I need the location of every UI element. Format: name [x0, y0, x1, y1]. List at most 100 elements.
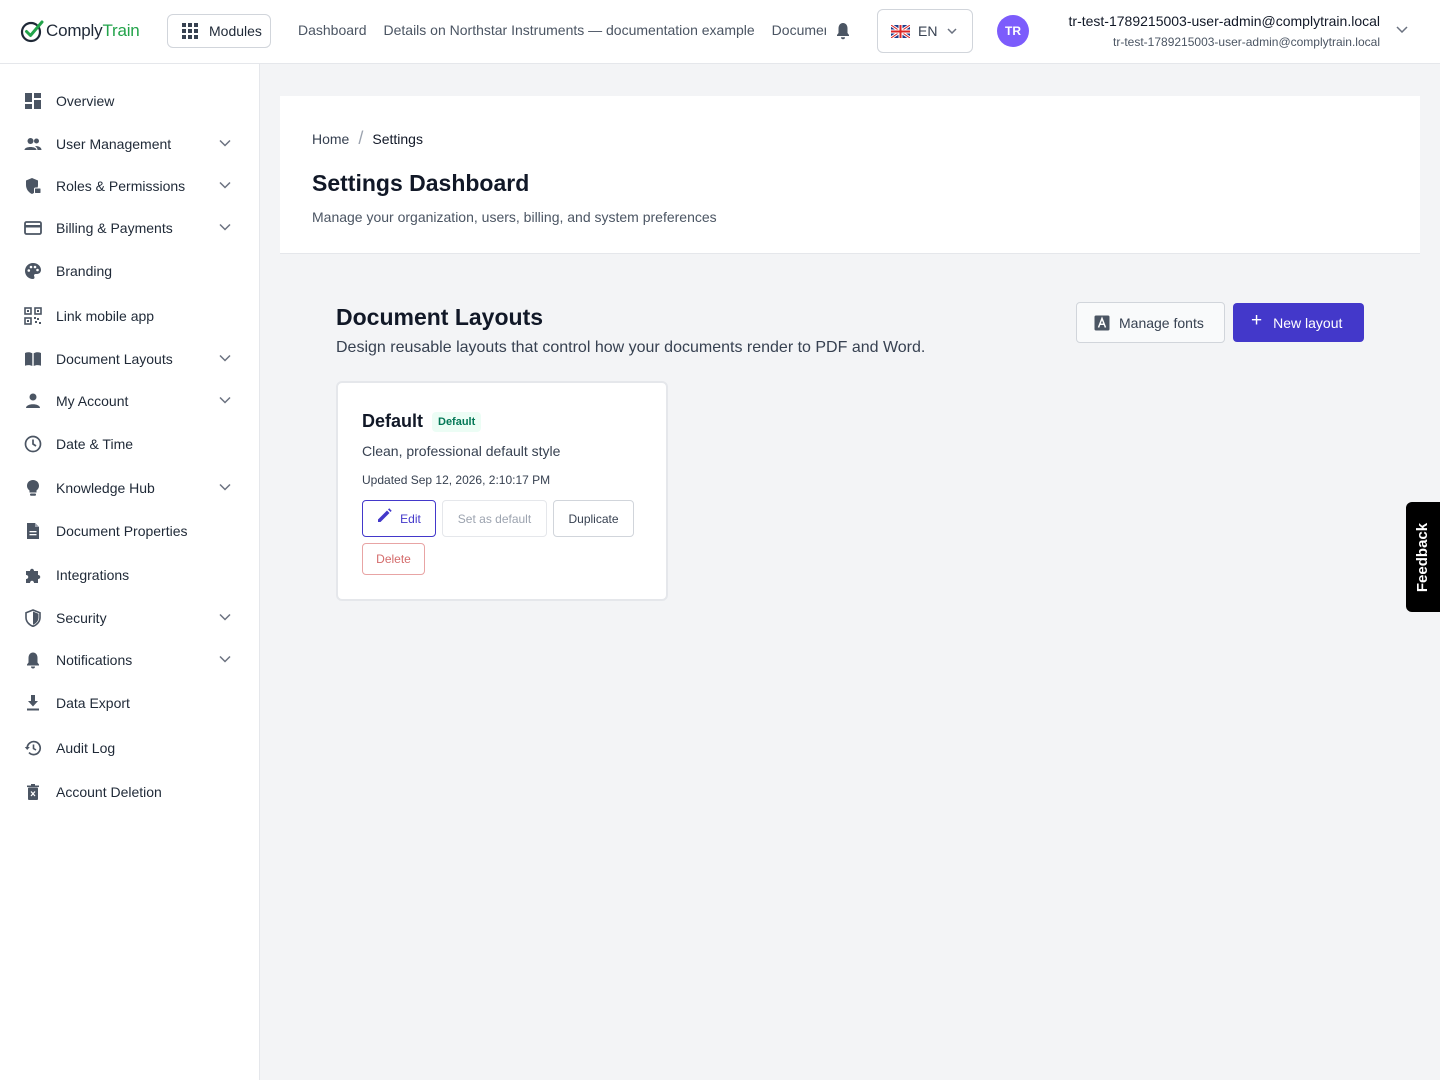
section-subtitle: Design reusable layouts that control how… — [336, 339, 926, 356]
sidebar-item-data-export[interactable]: Data Export — [0, 685, 259, 721]
breadcrumb-home[interactable]: Home — [312, 131, 349, 147]
qr-code-icon — [24, 307, 42, 325]
logo-text-green: Train — [102, 21, 140, 40]
sidebar-item-label: Roles & Permissions — [56, 178, 186, 194]
feedback-tab[interactable]: Feedback — [1406, 502, 1440, 612]
trash-icon — [27, 784, 39, 800]
sidebar-item-label: Document Properties — [56, 523, 188, 539]
nav-link-documents[interactable]: Documents — [772, 22, 826, 38]
sidebar-item-document-properties[interactable]: Document Properties — [0, 513, 259, 549]
sidebar-item-label: Knowledge Hub — [56, 480, 155, 496]
sidebar-item-label: Account Deletion — [56, 784, 162, 800]
modules-button[interactable]: Modules — [167, 14, 271, 48]
breadcrumb-separator: / — [358, 128, 364, 148]
book-icon — [25, 352, 41, 366]
sidebar-item-label: Billing & Payments — [56, 220, 173, 236]
nav-link-dashboard[interactable]: Dashboard — [298, 22, 367, 38]
puzzle-icon — [26, 568, 41, 583]
delete-button[interactable]: Delete — [362, 543, 425, 575]
sidebar-item-label: Audit Log — [56, 740, 116, 756]
layout-description: Clean, professional default style — [362, 443, 561, 459]
sidebar-item-date-time[interactable]: Date & Time — [0, 426, 259, 462]
sidebar-item-knowledge-hub[interactable]: Knowledge Hub — [0, 470, 259, 506]
layout-card: Default Default Clean, professional defa… — [336, 381, 668, 601]
chevron-down-icon — [947, 28, 957, 34]
sidebar-item-label: Notifications — [56, 652, 133, 668]
sidebar-item-label: Data Export — [56, 695, 130, 711]
sidebar-item-notifications[interactable]: Notifications — [0, 642, 259, 678]
sidebar: Overview User Management Roles & Permiss… — [0, 64, 260, 1080]
sidebar-item-security[interactable]: Security — [0, 600, 259, 636]
user-email: tr-test-1789215003-user-admin@complytrai… — [1113, 35, 1380, 49]
user-avatar[interactable]: TR — [997, 15, 1029, 47]
sidebar-item-label: Integrations — [56, 567, 130, 583]
sidebar-item-label: User Management — [56, 136, 172, 152]
duplicate-button[interactable]: Duplicate — [553, 500, 634, 537]
clock-icon — [24, 435, 42, 453]
plus-icon: + — [1251, 310, 1263, 331]
settings-header: Home / Settings Settings Dashboard Manag… — [280, 96, 1420, 254]
sidebar-item-user-management[interactable]: User Management — [0, 126, 259, 162]
new-layout-button[interactable]: + New layout — [1233, 303, 1364, 342]
chevron-down-icon — [219, 181, 231, 189]
sidebar-item-account-deletion[interactable]: Account Deletion — [0, 774, 259, 810]
person-icon — [26, 393, 40, 408]
download-icon — [27, 695, 39, 711]
chevron-down-icon — [219, 655, 231, 663]
breadcrumb: Home / Settings — [312, 128, 423, 149]
user-menu-chevron-icon[interactable] — [1396, 26, 1408, 33]
sidebar-item-document-layouts[interactable]: Document Layouts — [0, 341, 259, 377]
edit-button[interactable]: Edit — [362, 500, 436, 537]
edit-label: Edit — [400, 511, 421, 526]
language-label: EN — [918, 23, 938, 39]
sidebar-item-roles-permissions[interactable]: Roles & Permissions — [0, 168, 259, 204]
shield-icon — [25, 609, 41, 627]
app-logo[interactable]: ComplyTrain — [20, 17, 140, 45]
uk-flag-icon — [891, 24, 910, 38]
document-icon — [27, 523, 39, 539]
language-selector[interactable]: EN — [877, 9, 973, 53]
bell-icon — [27, 652, 39, 669]
sidebar-item-billing-payments[interactable]: Billing & Payments — [0, 210, 259, 246]
history-icon — [24, 740, 42, 756]
chevron-down-icon — [219, 613, 231, 621]
sidebar-item-audit-log[interactable]: Audit Log — [0, 730, 259, 766]
nav-link-northstar-details[interactable]: Details on Northstar Instruments — docum… — [384, 22, 755, 38]
apps-grid-icon — [182, 23, 198, 39]
sidebar-item-label: Branding — [56, 263, 113, 279]
pencil-icon — [378, 508, 392, 522]
notifications-bell-icon[interactable] — [835, 22, 851, 40]
logo-text: ComplyTrain — [46, 21, 140, 41]
breadcrumb-current: Settings — [372, 130, 423, 147]
default-badge: Default — [432, 412, 482, 432]
sidebar-item-label: Document Layouts — [56, 351, 173, 367]
sidebar-item-overview[interactable]: Overview — [0, 83, 259, 119]
shield-lock-icon — [26, 178, 42, 194]
logo-check-icon — [20, 20, 44, 43]
sidebar-item-my-account[interactable]: My Account — [0, 383, 259, 419]
sidebar-item-label: Link mobile app — [56, 308, 155, 324]
section-title: Document Layouts — [336, 304, 544, 330]
manage-fonts-button[interactable]: Manage fonts — [1076, 302, 1225, 343]
palette-icon — [25, 263, 41, 279]
sidebar-item-link-mobile-app[interactable]: Link mobile app — [0, 298, 259, 334]
chevron-down-icon — [219, 483, 231, 491]
chevron-down-icon — [219, 396, 231, 404]
sidebar-item-branding[interactable]: Branding — [0, 253, 259, 289]
modules-label: Modules — [209, 23, 262, 39]
feedback-label: Feedback — [1414, 522, 1432, 592]
page-subtitle: Manage your organization, users, billing… — [312, 209, 717, 225]
set-as-default-button[interactable]: Set as default — [442, 500, 547, 537]
sidebar-item-label: My Account — [56, 393, 129, 409]
sidebar-item-label: Date & Time — [56, 436, 134, 452]
top-nav: Dashboard Details on Northstar Instrument… — [298, 22, 826, 42]
users-icon — [24, 138, 42, 150]
chevron-down-icon — [219, 139, 231, 147]
chevron-down-icon — [219, 354, 231, 362]
top-bar: ComplyTrain Modules Dashboard Details on … — [0, 0, 1440, 64]
user-name[interactable]: tr-test-1789215003-user-admin@complytrai… — [1069, 13, 1380, 29]
sidebar-item-integrations[interactable]: Integrations — [0, 557, 259, 593]
chevron-down-icon — [219, 223, 231, 231]
sidebar-item-label: Security — [56, 610, 107, 626]
credit-card-icon — [24, 221, 42, 235]
